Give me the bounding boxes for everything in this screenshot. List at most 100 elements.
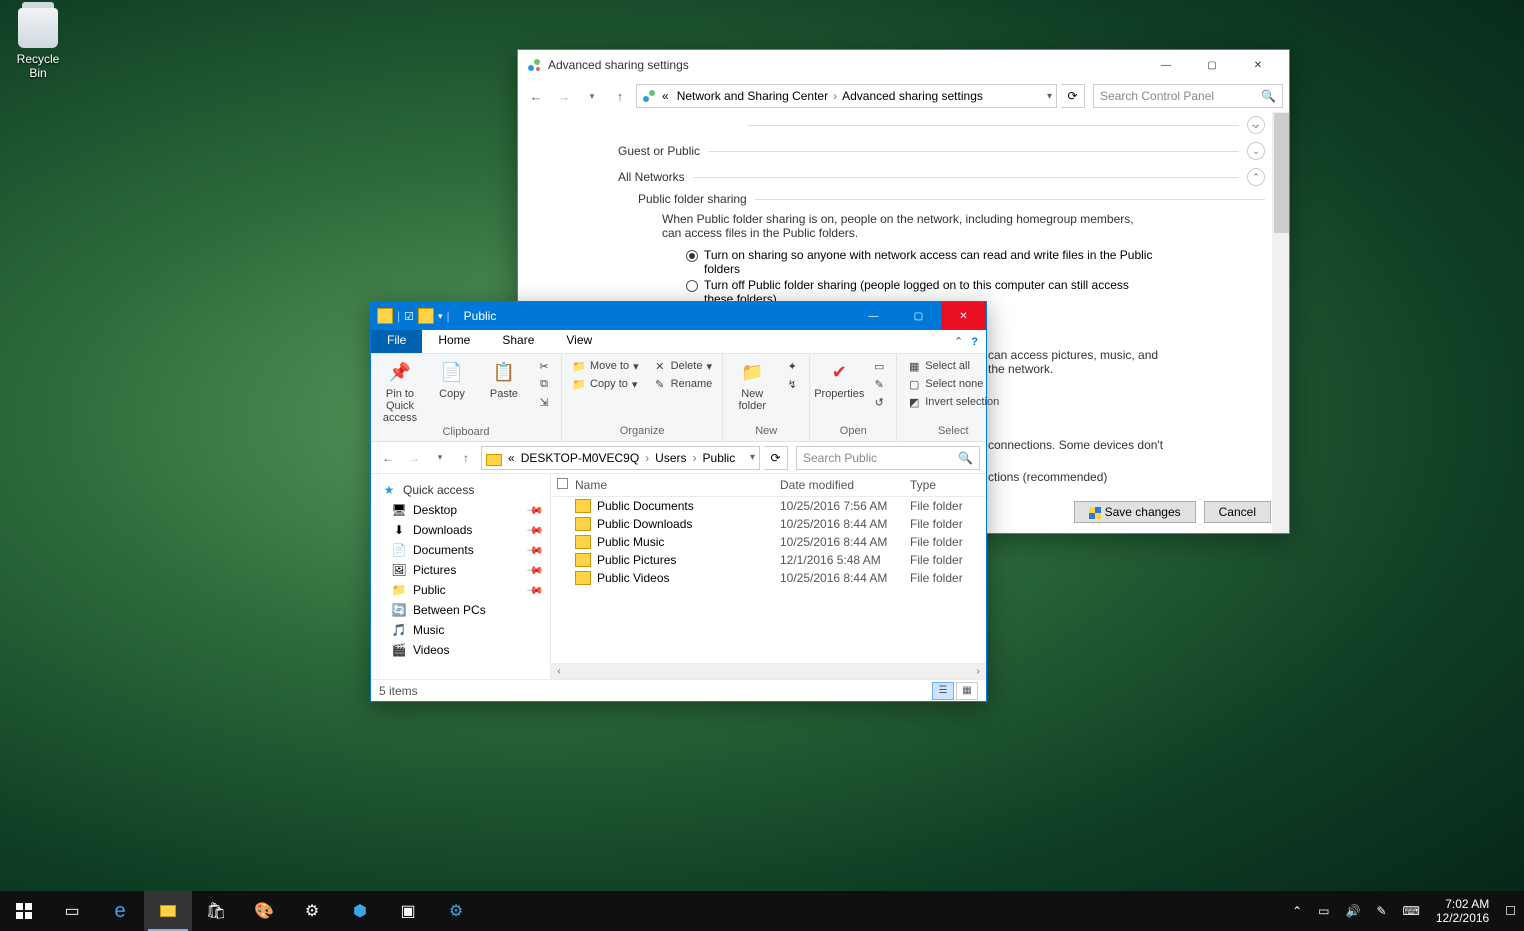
clock[interactable]: 7:02 AM 12/2/2016 [1436,897,1489,925]
nav-tree[interactable]: ★ Quick access 🖥Desktop📌⬇Downloads📌📄Docu… [371,474,551,679]
tree-item[interactable]: 🖼Pictures📌 [375,560,546,580]
table-row[interactable]: Public Pictures12/1/2016 5:48 AMFile fol… [551,551,986,569]
select-none-button[interactable]: ▢Select none [903,376,1003,392]
cancel-button[interactable]: Cancel [1204,501,1271,523]
section-all[interactable]: All Networks [618,170,685,184]
taskbar-settings[interactable]: ⚙ [288,891,336,931]
task-view-button[interactable]: ▭ [48,891,96,931]
qat-dropdown[interactable]: ▾ [438,311,443,322]
recent-button[interactable]: ▾ [429,447,451,469]
rename-button[interactable]: ✎Rename [649,376,717,392]
tree-quick-access[interactable]: ★ Quick access [375,480,546,500]
search-input[interactable]: Search Public 🔍 [796,446,980,470]
forward-button[interactable]: → [403,447,425,469]
tree-item[interactable]: 🖥Desktop📌 [375,500,546,520]
breadcrumb-network[interactable]: Network and Sharing Center [674,89,831,103]
taskbar-paint[interactable]: 🎨 [240,891,288,931]
taskbar-app[interactable]: ⬢ [336,891,384,931]
refresh-button[interactable]: ⟳ [1061,84,1085,108]
tab-file[interactable]: File [371,330,422,353]
tree-item[interactable]: 🎵Music [375,620,546,640]
edit-button[interactable]: ✎ [868,376,890,392]
action-center-icon[interactable]: ☐ [1505,904,1516,918]
refresh-button[interactable]: ⟳ [764,446,788,470]
tree-item[interactable]: 📁Public📌 [375,580,546,600]
tab-home[interactable]: Home [422,330,486,353]
table-row[interactable]: Public Videos10/25/2016 8:44 AMFile fold… [551,569,986,587]
save-changes-button[interactable]: Save changes [1074,501,1196,523]
tray-keyboard-icon[interactable]: ⌨ [1403,904,1420,918]
tree-item[interactable]: 🎬Videos [375,640,546,660]
table-row[interactable]: Public Downloads10/25/2016 8:44 AMFile f… [551,515,986,533]
tray-pen-icon[interactable]: ✎ [1376,904,1386,918]
breadcrumb-public[interactable]: Public [703,451,736,465]
new-item-button[interactable]: ✦ [781,358,803,374]
titlebar[interactable]: Advanced sharing settings — ▢ ✕ [518,50,1289,80]
delete-button[interactable]: ✕Delete ▾ [649,358,717,374]
select-all-checkbox[interactable] [557,478,568,489]
minimize-button[interactable]: — [851,302,896,330]
breadcrumb[interactable]: « Network and Sharing Center › Advanced … [636,84,1057,108]
help-icon[interactable]: ? [971,336,978,348]
breadcrumb-users[interactable]: Users [655,451,686,465]
chevron-down-icon[interactable]: ▾ [750,452,755,463]
properties-button[interactable]: ✔Properties [816,358,862,400]
col-type[interactable]: Type [910,478,980,492]
close-button[interactable]: ✕ [1235,50,1281,80]
taskbar-control-panel[interactable]: ⚙ [432,891,480,931]
desktop-icon-recycle-bin[interactable]: Recycle Bin [8,8,68,80]
invert-selection-button[interactable]: ◩Invert selection [903,394,1003,410]
tab-share[interactable]: Share [486,330,550,353]
up-button[interactable]: ↑ [455,447,477,469]
expand-icon[interactable]: ⌄ [1247,142,1265,160]
copy-to-button[interactable]: 📁Copy to ▾ [568,376,643,392]
easy-access-button[interactable]: ↯ [781,376,803,392]
chevron-down-icon[interactable]: ▾ [1047,91,1052,102]
tray-chevron-icon[interactable]: ⌃ [1292,904,1302,918]
back-button[interactable]: ← [377,447,399,469]
taskbar-cmd[interactable]: ▣ [384,891,432,931]
collapse-icon[interactable]: ⌃ [1247,168,1265,186]
up-button[interactable]: ↑ [608,84,632,108]
open-button[interactable]: ▭ [868,358,890,374]
expand-icon[interactable]: ⌄ [1247,116,1265,134]
tree-item[interactable]: 📄Documents📌 [375,540,546,560]
minimize-button[interactable]: — [1143,50,1189,80]
qat-properties-icon[interactable]: ☑ [404,310,414,323]
taskbar-store[interactable]: 🛍 [192,891,240,931]
move-to-button[interactable]: 📁Move to ▾ [568,358,643,374]
back-button[interactable]: ← [524,84,548,108]
section-guest[interactable]: Guest or Public [618,144,700,158]
table-row[interactable]: Public Music10/25/2016 8:44 AMFile folde… [551,533,986,551]
tree-item[interactable]: ⬇Downloads📌 [375,520,546,540]
radio-turn-on[interactable]: Turn on sharing so anyone with network a… [686,248,1156,276]
paste-shortcut-button[interactable]: ⇲ [533,394,555,410]
details-view-button[interactable]: ☰ [932,682,954,700]
col-date[interactable]: Date modified [780,478,910,492]
search-input[interactable]: Search Control Panel 🔍 [1093,84,1283,108]
tree-item[interactable]: 🔄Between PCs [375,600,546,620]
maximize-button[interactable]: ▢ [1189,50,1235,80]
collapse-ribbon-icon[interactable]: ⌃ [954,335,963,348]
breadcrumb-host[interactable]: DESKTOP-M0VEC9Q [521,451,639,465]
taskbar-edge[interactable]: e [96,891,144,931]
cut-button[interactable]: ✂ [533,358,555,374]
recent-button[interactable]: ▾ [580,84,604,108]
forward-button[interactable]: → [552,84,576,108]
close-button[interactable]: ✕ [941,302,986,330]
tray-volume-icon[interactable]: 🔊 [1346,904,1361,918]
maximize-button[interactable]: ▢ [896,302,941,330]
taskbar-explorer[interactable] [144,891,192,931]
copy-button[interactable]: 📄Copy [429,358,475,400]
horizontal-scrollbar[interactable]: ‹› [551,663,986,679]
pin-button[interactable]: 📌Pin to Quick access [377,358,423,424]
paste-button[interactable]: 📋Paste [481,358,527,400]
col-name[interactable]: Name [575,478,780,492]
new-folder-button[interactable]: 📁New folder [729,358,775,412]
tray-battery-icon[interactable]: ▭ [1318,904,1329,918]
large-icons-button[interactable]: ▦ [956,682,978,700]
copy-path-button[interactable]: ⧉ [533,376,555,392]
file-list[interactable]: Name Date modified Type Public Documents… [551,474,986,679]
tab-view[interactable]: View [550,330,608,353]
start-button[interactable] [0,891,48,931]
